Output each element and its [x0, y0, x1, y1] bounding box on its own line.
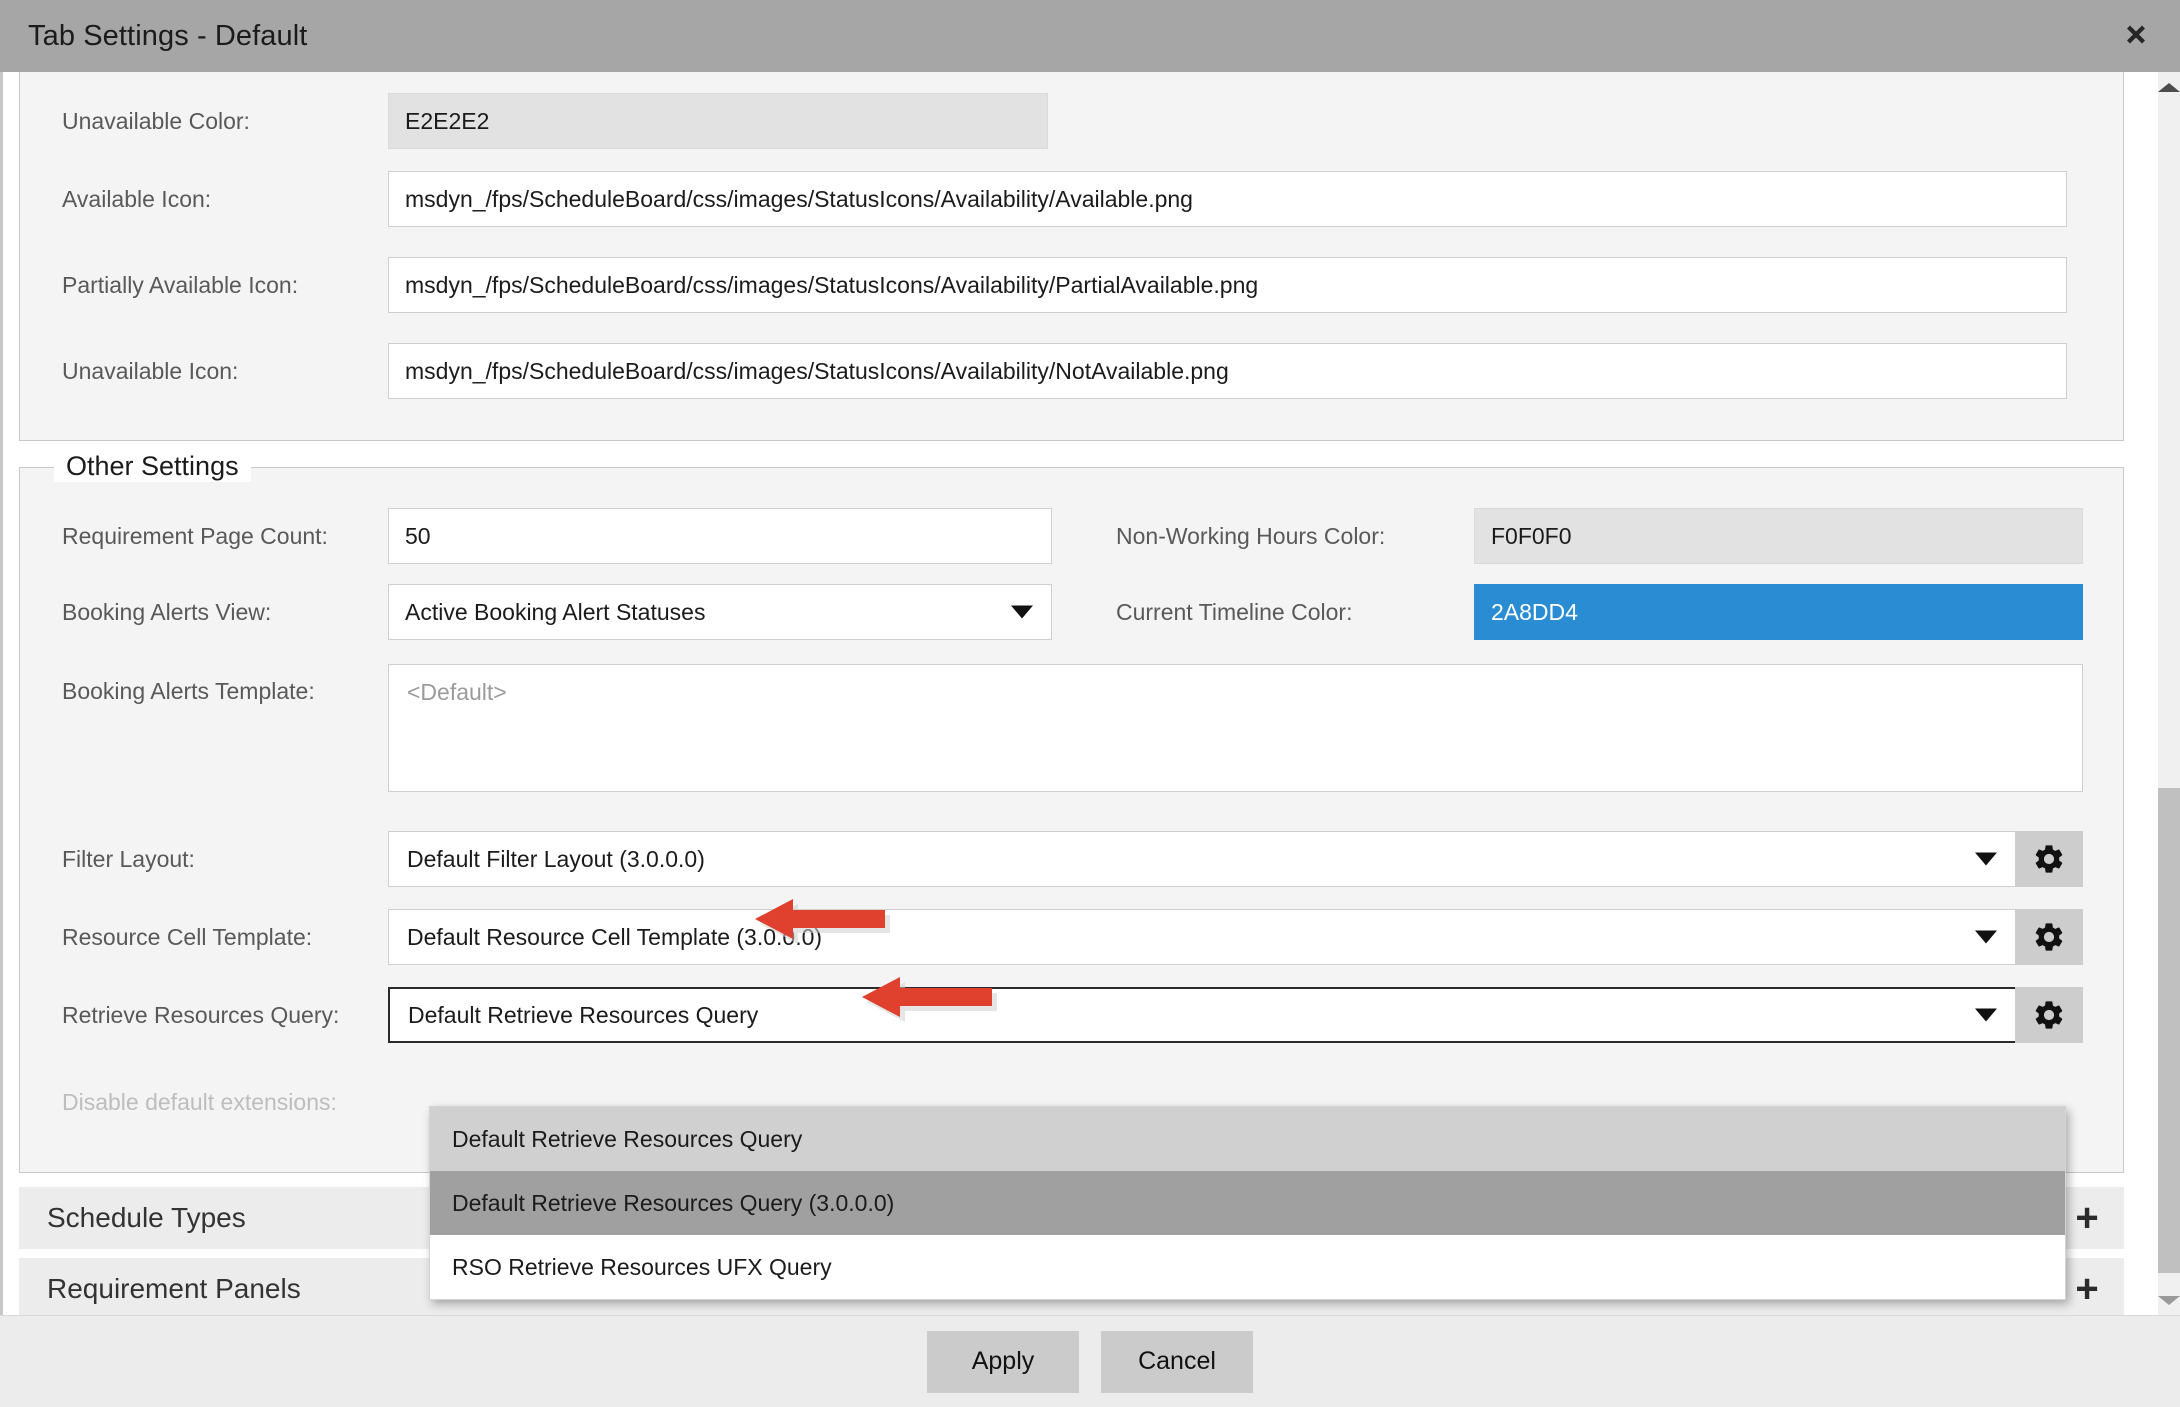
dialog-title: Tab Settings - Default [28, 19, 308, 52]
chevron-down-icon[interactable] [1975, 1008, 1997, 1022]
gear-icon-retrieve-resources-query[interactable] [2015, 987, 2083, 1043]
label-resource-cell-template: Resource Cell Template: [62, 923, 313, 950]
value-resource-cell-template: Default Resource Cell Template (3.0.0.0) [407, 923, 823, 950]
row-filter-layout: Filter Layout: Default Filter Layout (3.… [20, 820, 2123, 898]
row-partially-available-icon: Partially Available Icon: msdyn_/fps/Sch… [20, 242, 2123, 328]
value-requirement-page-count: 50 [405, 522, 431, 549]
label-unavailable-icon: Unavailable Icon: [62, 357, 239, 384]
value-non-working-hours-color: F0F0F0 [1491, 522, 1572, 549]
label-booking-alerts-template: Booking Alerts Template: [62, 678, 315, 704]
close-icon[interactable] [2114, 14, 2158, 58]
chevron-down-icon[interactable] [1975, 852, 1997, 866]
row-unavailable-icon: Unavailable Icon: msdyn_/fps/ScheduleBoa… [20, 328, 2123, 414]
row-booking-alerts-template: Booking Alerts Template: <Default> [20, 650, 2123, 800]
caret-up-icon [2158, 82, 2180, 92]
label-booking-alerts-view: Booking Alerts View: [62, 598, 272, 625]
group-gap [3, 441, 2150, 467]
value-filter-layout: Default Filter Layout (3.0.0.0) [407, 845, 705, 872]
label-current-timeline-color: Current Timeline Color: [1116, 598, 1353, 625]
input-available-icon[interactable]: msdyn_/fps/ScheduleBoard/css/images/Stat… [388, 171, 2067, 227]
dialog-body: Unavailable Color: E2E2E2 Available Icon… [0, 72, 2180, 1315]
textarea-booking-alerts-template[interactable]: <Default> [388, 664, 2083, 792]
chevron-down-icon[interactable] [1011, 605, 1033, 619]
value-retrieve-resources-query: Default Retrieve Resources Query [408, 1001, 759, 1028]
label-partially-available-icon: Partially Available Icon: [62, 271, 299, 298]
value-unavailable-color: E2E2E2 [405, 107, 490, 134]
value-partially-available-icon: msdyn_/fps/ScheduleBoard/css/images/Stat… [405, 271, 1259, 298]
select-booking-alerts-view[interactable]: Active Booking Alert Statuses [388, 584, 1052, 640]
input-non-working-hours-color[interactable]: F0F0F0 [1474, 508, 2083, 564]
select-retrieve-resources-query[interactable]: Default Retrieve Resources Query [388, 987, 2015, 1043]
dropdown-option-0[interactable]: Default Retrieve Resources Query [430, 1107, 2065, 1171]
value-booking-alerts-view: Active Booking Alert Statuses [405, 598, 706, 625]
row-booking-alerts-view: Booking Alerts View: Active Booking Aler… [20, 574, 2123, 650]
gear-icon-filter-layout[interactable] [2015, 831, 2083, 887]
dropdown-option-1[interactable]: Default Retrieve Resources Query (3.0.0.… [430, 1171, 2065, 1235]
placeholder-booking-alerts-template: <Default> [407, 679, 507, 705]
scroll-up-button[interactable] [2158, 72, 2180, 102]
dialog-content-column: Unavailable Color: E2E2E2 Available Icon… [0, 72, 2150, 1315]
tab-settings-dialog: Tab Settings - Default Unavailable Color… [0, 0, 2180, 1407]
caret-down-icon [2158, 1295, 2180, 1305]
input-current-timeline-color[interactable]: 2A8DD4 [1474, 584, 2083, 640]
availability-settings-group: Unavailable Color: E2E2E2 Available Icon… [19, 72, 2124, 441]
other-settings-group: Other Settings Requirement Page Count: 5… [19, 451, 2124, 1173]
scrollbar-track[interactable] [2158, 102, 2180, 1285]
dropdown-option-label: Default Retrieve Resources Query [452, 1125, 803, 1152]
settings-scroll-region[interactable]: Unavailable Color: E2E2E2 Available Icon… [3, 72, 2150, 1315]
dropdown-option-label: Default Retrieve Resources Query (3.0.0.… [452, 1189, 895, 1216]
input-unavailable-icon[interactable]: msdyn_/fps/ScheduleBoard/css/images/Stat… [388, 343, 2067, 399]
select-filter-layout[interactable]: Default Filter Layout (3.0.0.0) [388, 831, 2015, 887]
vertical-scrollbar[interactable] [2150, 72, 2180, 1315]
scrollbar-thumb[interactable] [2158, 788, 2180, 1274]
cancel-button[interactable]: Cancel [1101, 1330, 1253, 1393]
gear-icon-resource-cell-template[interactable] [2015, 909, 2083, 965]
chevron-down-icon[interactable] [1975, 930, 1997, 944]
label-requirement-page-count: Requirement Page Count: [62, 522, 328, 549]
dropdown-option-label: RSO Retrieve Resources UFX Query [452, 1253, 832, 1280]
dropdown-option-2[interactable]: RSO Retrieve Resources UFX Query [430, 1235, 2065, 1299]
label-unavailable-color: Unavailable Color: [62, 107, 250, 134]
other-settings-legend: Other Settings [54, 451, 251, 482]
label-disable-default-extensions: Disable default extensions: [62, 1088, 337, 1115]
input-partially-available-icon[interactable]: msdyn_/fps/ScheduleBoard/css/images/Stat… [388, 257, 2067, 313]
row-unavailable-color: Unavailable Color: E2E2E2 [20, 86, 2123, 156]
dialog-footer: Apply Cancel [0, 1315, 2180, 1407]
apply-button[interactable]: Apply [927, 1330, 1079, 1393]
value-available-icon: msdyn_/fps/ScheduleBoard/css/images/Stat… [405, 185, 1193, 212]
row-retrieve-resources-query: Retrieve Resources Query: Default Retrie… [20, 976, 2123, 1054]
label-non-working-hours-color: Non-Working Hours Color: [1116, 522, 1386, 549]
select-resource-cell-template[interactable]: Default Resource Cell Template (3.0.0.0) [388, 909, 2015, 965]
dialog-titlebar: Tab Settings - Default [0, 0, 2180, 72]
row-requirement-page-count: Requirement Page Count: 50 Non-Working H… [20, 498, 2123, 574]
scroll-down-button[interactable] [2158, 1285, 2180, 1315]
label-filter-layout: Filter Layout: [62, 845, 195, 872]
input-unavailable-color[interactable]: E2E2E2 [388, 93, 1048, 149]
value-unavailable-icon: msdyn_/fps/ScheduleBoard/css/images/Stat… [405, 357, 1229, 384]
row-available-icon: Available Icon: msdyn_/fps/ScheduleBoard… [20, 156, 2123, 242]
retrieve-resources-query-dropdown[interactable]: Default Retrieve Resources Query Default… [429, 1106, 2066, 1300]
label-retrieve-resources-query: Retrieve Resources Query: [62, 1001, 340, 1028]
row-resource-cell-template: Resource Cell Template: Default Resource… [20, 898, 2123, 976]
input-requirement-page-count[interactable]: 50 [388, 508, 1052, 564]
value-current-timeline-color: 2A8DD4 [1491, 598, 1578, 625]
row-spacer [20, 800, 2123, 820]
label-available-icon: Available Icon: [62, 185, 212, 212]
